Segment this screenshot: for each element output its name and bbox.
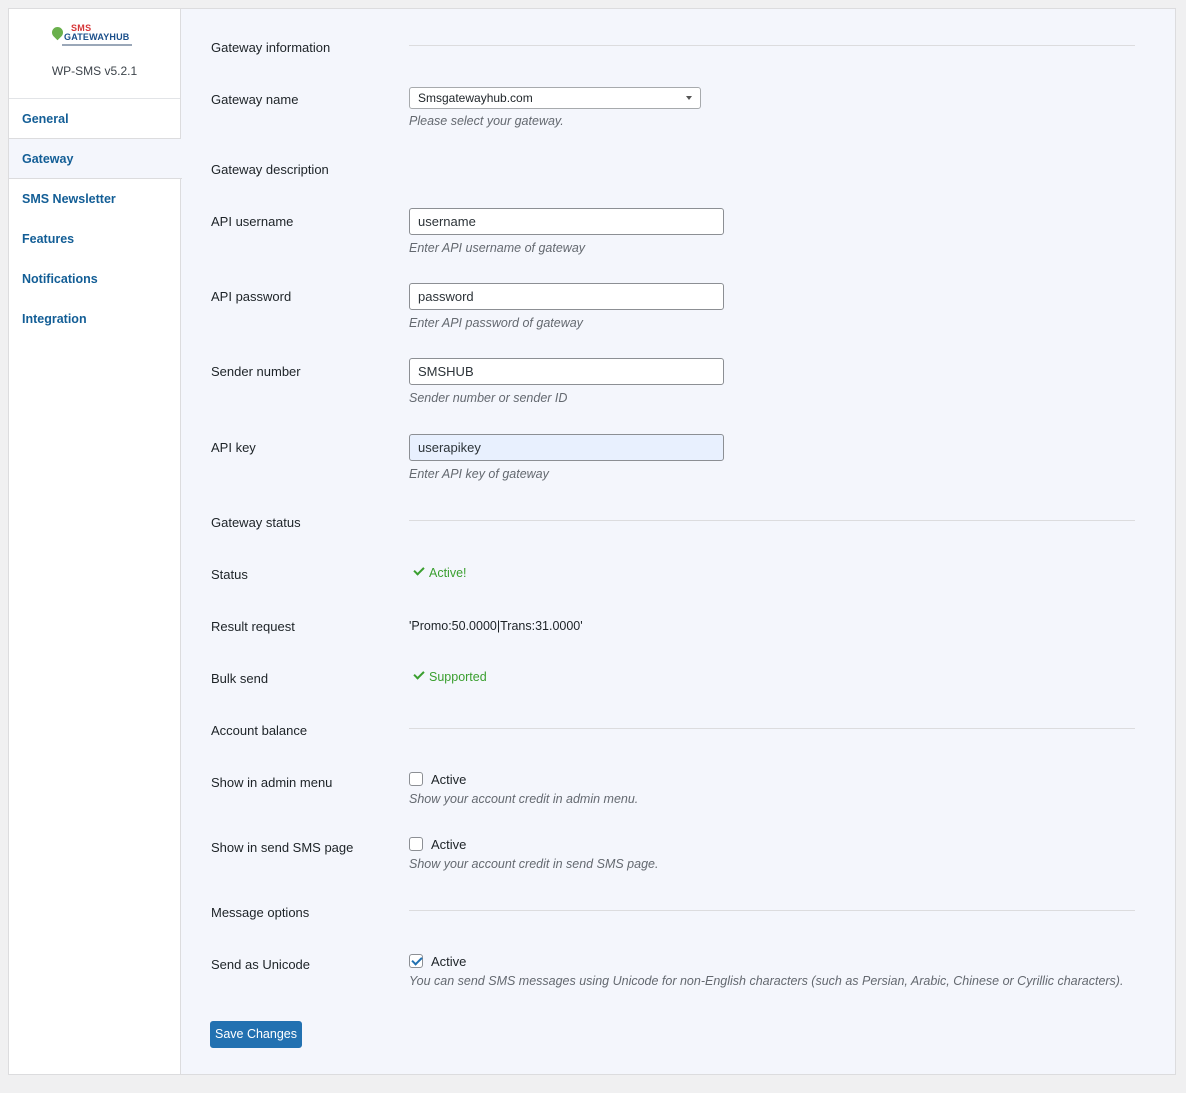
settings-content: Gateway information Gateway name Smsgate… (181, 9, 1175, 1074)
section-divider (409, 45, 1135, 46)
api-password-input[interactable] (409, 283, 724, 310)
settings-frame: SMS GATEWAYHUB WP-SMS v5.2.1 General Gat… (8, 8, 1176, 1075)
brand-area: SMS GATEWAYHUB WP-SMS v5.2.1 (9, 9, 180, 99)
admin-menu-checkbox[interactable] (409, 772, 423, 786)
logo-underline (62, 44, 132, 46)
api-password-label: API password (211, 289, 292, 304)
gateway-name-label: Gateway name (211, 92, 299, 107)
gateway-select[interactable]: Smsgatewayhub.com (409, 87, 701, 109)
send-sms-page-label: Show in send SMS page (211, 840, 354, 855)
send-as-unicode-label: Send as Unicode (211, 957, 311, 972)
sidebar-item-sms-newsletter[interactable]: SMS Newsletter (9, 179, 180, 219)
sidebar-item-features[interactable]: Features (9, 219, 180, 259)
unicode-checkbox-label[interactable]: Active (431, 954, 466, 969)
gateway-name-description: Please select your gateway. (409, 114, 564, 128)
unicode-description: You can send SMS messages using Unicode … (409, 974, 1124, 988)
api-username-label: API username (211, 214, 294, 229)
admin-menu-description: Show your account credit in admin menu. (409, 792, 639, 806)
gateway-select-value: Smsgatewayhub.com (418, 91, 533, 105)
sidebar-item-notifications[interactable]: Notifications (9, 259, 180, 299)
status-text: Active! (429, 566, 467, 580)
settings-sidebar: SMS GATEWAYHUB WP-SMS v5.2.1 General Gat… (9, 9, 182, 1074)
bulk-send-value: Supported (413, 668, 487, 684)
result-request-label: Result request (211, 619, 295, 634)
section-heading-gateway-status: Gateway status (211, 515, 301, 530)
send-sms-page-checkbox-row[interactable]: Active (409, 837, 466, 852)
logo-line-2: GATEWAYHUB (64, 32, 130, 42)
checkmark-icon (413, 668, 425, 680)
section-heading-gateway-information: Gateway information (211, 40, 331, 55)
gateway-description-label: Gateway description (211, 162, 329, 177)
chevron-down-icon (686, 96, 692, 100)
api-key-description: Enter API key of gateway (409, 467, 549, 481)
unicode-checkbox-row[interactable]: Active (409, 954, 466, 969)
checkmark-icon (413, 564, 425, 576)
status-value: Active! (413, 564, 467, 580)
api-username-input[interactable] (409, 208, 724, 235)
map-pin-icon (49, 24, 66, 41)
section-heading-account-balance: Account balance (211, 723, 308, 738)
api-password-description: Enter API password of gateway (409, 316, 583, 330)
bulk-send-label: Bulk send (211, 671, 269, 686)
plugin-version: WP-SMS v5.2.1 (51, 64, 138, 78)
admin-menu-checkbox-label[interactable]: Active (431, 772, 466, 787)
status-label: Status (211, 567, 248, 582)
send-sms-page-checkbox[interactable] (409, 837, 423, 851)
section-heading-message-options: Message options (211, 905, 310, 920)
admin-menu-label: Show in admin menu (211, 775, 333, 790)
unicode-checkbox[interactable] (409, 954, 423, 968)
sms-gateway-hub-logo: SMS GATEWAYHUB (49, 23, 142, 51)
sidebar-item-general[interactable]: General (9, 99, 180, 139)
send-sms-page-description: Show your account credit in send SMS pag… (409, 857, 659, 871)
admin-menu-checkbox-row[interactable]: Active (409, 772, 466, 787)
api-username-description: Enter API username of gateway (409, 241, 586, 255)
save-changes-button[interactable]: Save Changes (210, 1021, 302, 1048)
bulk-send-text: Supported (429, 670, 487, 684)
sender-number-description: Sender number or sender ID (409, 391, 568, 405)
sender-number-input[interactable] (409, 358, 724, 385)
result-request-value: 'Promo:50.0000|Trans:31.0000' (409, 619, 583, 633)
sidebar-item-gateway[interactable]: Gateway (9, 139, 182, 179)
sidebar-item-integration[interactable]: Integration (9, 299, 180, 339)
section-divider (409, 520, 1135, 521)
sender-number-label: Sender number (211, 364, 301, 379)
api-key-label: API key (211, 440, 256, 455)
section-divider (409, 728, 1135, 729)
section-divider (409, 910, 1135, 911)
send-sms-page-checkbox-label[interactable]: Active (431, 837, 466, 852)
api-key-input[interactable] (409, 434, 724, 461)
